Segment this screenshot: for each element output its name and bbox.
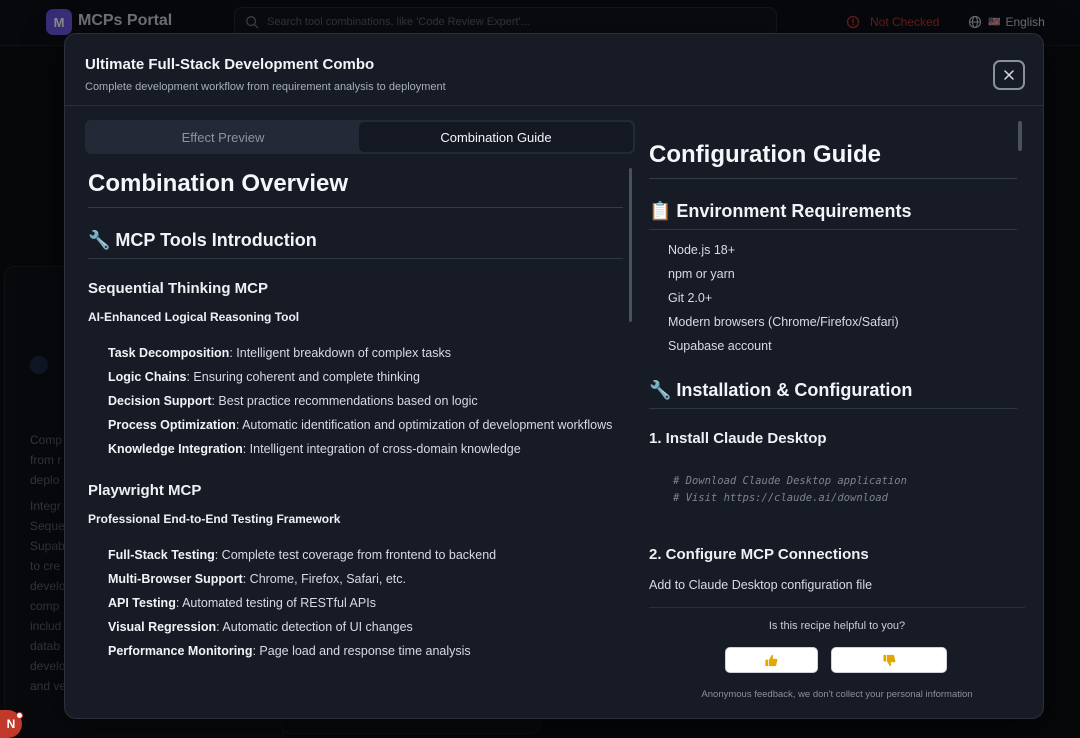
close-icon	[1004, 70, 1014, 80]
feature-list: Full-Stack Testing: Complete test covera…	[108, 545, 623, 661]
feedback-question: Is this recipe helpful to you?	[768, 620, 906, 632]
guide-pane[interactable]: Configuration Guide 📋 Environment Requir…	[649, 134, 1017, 606]
overview-heading: Combination Overview	[88, 169, 623, 208]
notification-dot	[16, 712, 23, 719]
overview-pane[interactable]: Combination Overview 🔧 MCP Tools Introdu…	[88, 169, 623, 718]
list-item: Multi-Browser Support: Chrome, Firefox, …	[108, 572, 406, 586]
thumbs-up-button[interactable]	[725, 647, 818, 673]
feature-list: Task Decomposition: Intelligent breakdow…	[108, 343, 623, 459]
list-item: API Testing: Automated testing of RESTfu…	[108, 596, 376, 610]
tool-name: Playwright MCP	[88, 482, 202, 499]
modal-header: Ultimate Full-Stack Development Combo Co…	[65, 34, 1043, 106]
step-heading: 1. Install Claude Desktop	[649, 430, 827, 447]
list-item: Process Optimization: Automatic identifi…	[108, 418, 613, 432]
guide-scrollbar[interactable]	[1018, 121, 1022, 151]
feedback-privacy-note: Anonymous feedback, we don't collect you…	[701, 689, 973, 700]
tool-name: Sequential Thinking MCP	[88, 280, 269, 297]
list-item: Knowledge Integration: Intelligent integ…	[108, 442, 521, 456]
list-item: Logic Chains: Ensuring coherent and comp…	[108, 370, 420, 384]
overview-scrollbar[interactable]	[629, 168, 632, 322]
combo-detail-modal: Ultimate Full-Stack Development Combo Co…	[64, 33, 1044, 719]
feedback-section: Is this recipe helpful to you? Anonymous…	[649, 607, 1025, 717]
list-item: Performance Monitoring: Page load and re…	[108, 644, 471, 658]
list-item: npm or yarn	[668, 267, 735, 281]
list-item: Task Decomposition: Intelligent breakdow…	[108, 346, 451, 360]
list-item: Git 2.0+	[668, 291, 713, 305]
close-button[interactable]	[993, 60, 1025, 90]
list-item: Node.js 18+	[668, 243, 736, 257]
modal-tabs: Effect Preview Combination Guide	[85, 120, 635, 154]
list-item: Visual Regression: Automatic detection o…	[108, 620, 413, 634]
thumbs-up-icon	[765, 654, 778, 666]
thumbs-down-icon	[882, 654, 895, 666]
step-heading: 2. Configure MCP Connections	[649, 546, 869, 563]
guide-heading: Configuration Guide	[649, 140, 1017, 179]
env-requirements-heading: 📋 Environment Requirements	[649, 199, 1017, 230]
modal-subtitle: Complete development workflow from requi…	[85, 81, 446, 93]
installation-heading: 🔧 Installation & Configuration	[649, 378, 1017, 409]
thumbs-down-button[interactable]	[831, 647, 947, 673]
env-requirements-list: Node.js 18+ npm or yarn Git 2.0+ Modern …	[668, 240, 1017, 356]
list-item: Supabase account	[668, 339, 772, 353]
tools-intro-heading: 🔧 MCP Tools Introduction	[88, 228, 623, 259]
modal-title: Ultimate Full-Stack Development Combo	[85, 56, 375, 73]
code-block: # Download Claude Desktop application # …	[673, 475, 907, 504]
tab-combination-guide[interactable]: Combination Guide	[359, 122, 633, 152]
tool-subtitle: Professional End-to-End Testing Framewor…	[88, 512, 341, 526]
step-description: Add to Claude Desktop configuration file	[649, 578, 873, 592]
list-item: Modern browsers (Chrome/Firefox/Safari)	[668, 315, 899, 329]
tool-subtitle: AI-Enhanced Logical Reasoning Tool	[88, 310, 300, 324]
tab-effect-preview[interactable]: Effect Preview	[87, 122, 359, 152]
list-item: Decision Support: Best practice recommen…	[108, 394, 478, 408]
list-item: Full-Stack Testing: Complete test covera…	[108, 548, 497, 562]
